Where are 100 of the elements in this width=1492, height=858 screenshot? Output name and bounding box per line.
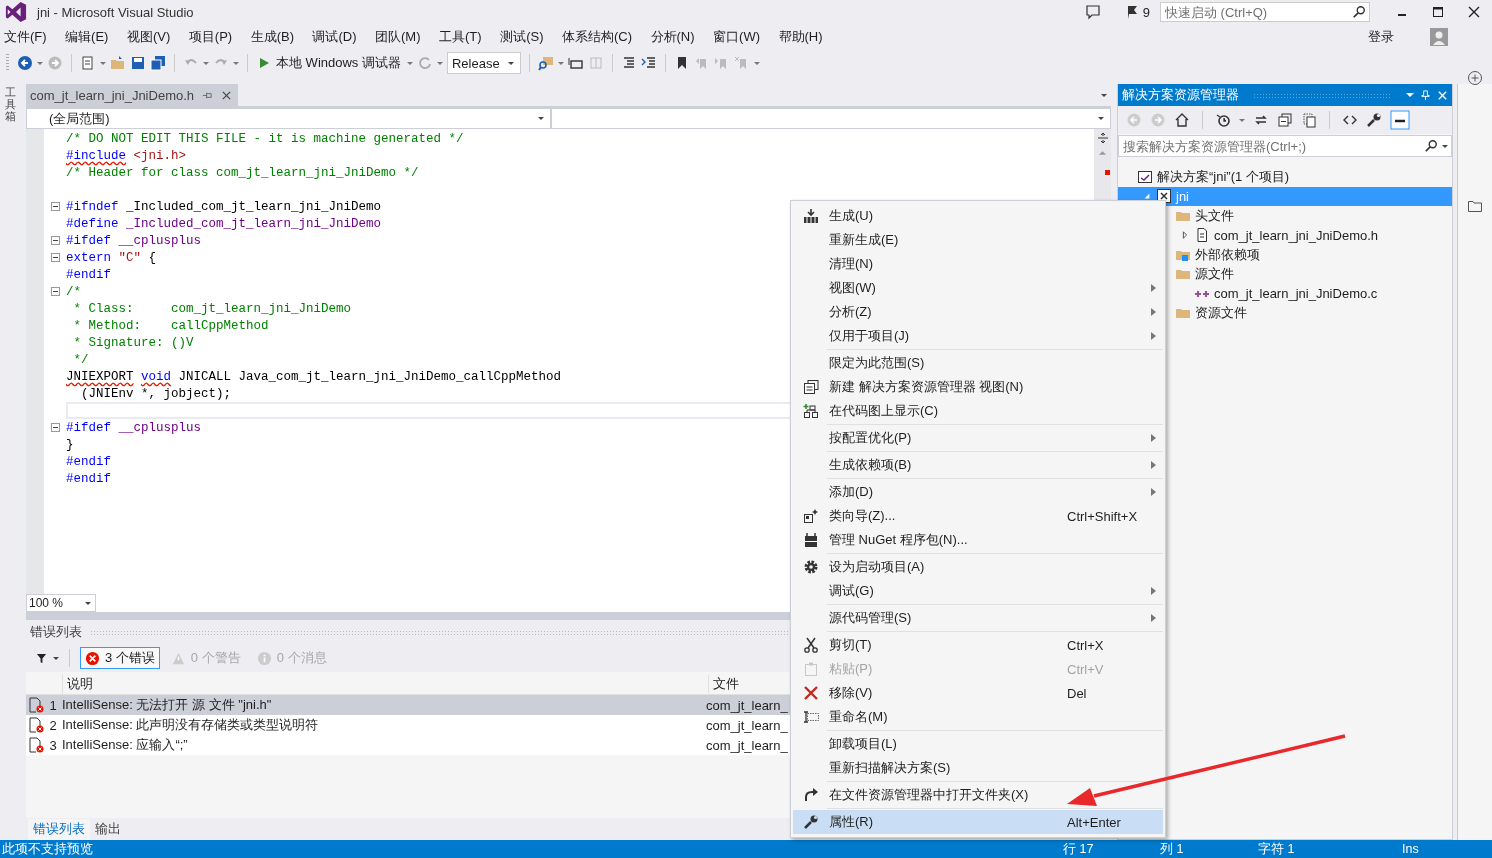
toolbar-options-icon[interactable] [753, 61, 760, 65]
scope-dropdown[interactable]: (全局范围) [26, 108, 551, 129]
menu-item[interactable]: 调试(D) [312, 28, 366, 46]
menu-item[interactable]: 团队(M) [375, 28, 430, 46]
toolbox-tab[interactable]: 工具箱 [4, 86, 16, 123]
search-icon [1352, 5, 1366, 19]
tree-label: 源文件 [1195, 265, 1234, 284]
build-icon [803, 208, 819, 224]
back-icon[interactable] [17, 55, 33, 71]
code-line: /* DO NOT EDIT THIS FILE - it is machine generated */ [66, 131, 464, 146]
collapse-icon[interactable] [50, 423, 60, 432]
tree-label: com_jt_learn_jni_JniDemo.c [1214, 286, 1378, 302]
window-icon[interactable] [567, 55, 584, 71]
column-header[interactable]: 说明 [63, 675, 709, 693]
history-icon[interactable] [1215, 112, 1231, 128]
save-all-icon[interactable] [150, 55, 166, 71]
visual-studio-logo [5, 1, 27, 23]
menu-item[interactable]: 工具(T) [439, 28, 491, 46]
column-header[interactable]: 文件 [709, 675, 739, 693]
wrench-icon[interactable] [1366, 112, 1382, 128]
menu-item[interactable]: 文件(F) [4, 28, 56, 46]
menu-item[interactable]: 在文件资源管理器中打开文件夹(X) [793, 783, 1163, 807]
split-icon[interactable] [1096, 132, 1109, 144]
filter-toggle[interactable]: 3 个错误 [80, 647, 160, 669]
close-icon[interactable] [1466, 4, 1482, 20]
start-debugger-button[interactable]: 本地 Windows 调试器 [256, 54, 403, 72]
menu-item[interactable]: 调试(G) [793, 579, 1163, 603]
search-field[interactable]: 搜索解决方案资源管理器(Ctrl+;) [1118, 135, 1452, 157]
collapse-all-icon[interactable] [1277, 112, 1293, 128]
find-in-files-icon[interactable] [537, 55, 554, 71]
menu-item[interactable]: 测试(S) [500, 28, 553, 46]
close-icon[interactable] [221, 89, 233, 101]
row-number: 2 [48, 717, 58, 733]
show-all-files-icon[interactable] [1301, 112, 1317, 128]
add-icon[interactable] [1467, 70, 1483, 86]
panel-title: 错误列表 [30, 623, 82, 641]
sign-in-link[interactable]: 登录 [1368, 28, 1394, 46]
collapse-icon[interactable] [50, 253, 60, 262]
panel-tab[interactable]: 错误列表 [28, 819, 90, 840]
new-window-icon [803, 379, 819, 395]
table-cell-text: IntelliSense: 无法打开 源 文件 "jni.h" [62, 696, 273, 714]
home-icon[interactable] [1174, 112, 1190, 128]
zoom-dropdown[interactable]: 100 % [26, 594, 96, 612]
menu-item[interactable]: 生成依赖项(B) [793, 453, 1163, 477]
collapse-icon[interactable] [50, 236, 60, 245]
comment-lines-icon[interactable] [640, 55, 657, 71]
collapsed-arrow-icon[interactable] [1180, 231, 1189, 240]
tree-item[interactable]: 解决方案“jni”(1 个项目) [1118, 167, 1452, 187]
menu-item[interactable]: 重新扫描解决方案(S) [793, 756, 1163, 780]
new-project-icon[interactable] [80, 55, 96, 71]
menu-item[interactable]: 管理 NuGet 程序包(N)... [793, 528, 1163, 552]
cut-icon [803, 637, 819, 653]
dropdown-arrow-icon[interactable] [53, 656, 59, 660]
pin-icon[interactable] [1420, 89, 1431, 101]
status-message: 此项不支持预览 [1, 840, 93, 858]
insert-mode-indicator: Ins [1402, 842, 1420, 856]
tab-list-icon[interactable] [1101, 93, 1107, 97]
folder-icon[interactable] [1467, 198, 1483, 214]
menu-item[interactable]: 帮助(H) [778, 28, 832, 46]
search-icon[interactable] [1424, 139, 1438, 153]
menu-item[interactable]: 属性(R) Alt+Enter [793, 810, 1163, 834]
dropdown-arrow-icon[interactable] [1442, 145, 1448, 148]
menu-item[interactable]: 限定为此范围(S) [793, 351, 1163, 375]
menu-item[interactable]: 体系结构(C) [562, 28, 642, 46]
menu-item[interactable]: 在代码图上显示(C) [793, 399, 1163, 423]
tree-label: com_jt_learn_jni_JniDemo.h [1214, 227, 1379, 243]
table-cell-text: IntelliSense: 应输入“;” [62, 736, 189, 754]
save-icon[interactable] [130, 55, 146, 71]
menu-item[interactable]: 源代码管理(S) [793, 606, 1163, 630]
panel-title: 解决方案资源管理器 [1122, 86, 1239, 104]
line-indicator: 行 17 [1063, 840, 1095, 858]
panel-tab[interactable]: 输出 [90, 819, 126, 840]
menu-item[interactable]: 添加(D) [793, 480, 1163, 504]
code-line: #endif [66, 267, 111, 282]
code-line: #ifndef _Included_com_jt_learn_jni_JniDemo [66, 199, 382, 214]
menu-item[interactable]: 分析(N) [650, 28, 704, 46]
preview-toggle-icon[interactable] [1390, 110, 1410, 130]
code-line: (JNIEnv *, jobject); [80, 386, 232, 401]
menu-item[interactable]: 视图(V) [126, 28, 180, 46]
menu-item[interactable]: 新建 解决方案资源管理器 视图(N) [793, 375, 1163, 399]
menu-item[interactable]: 仅用于项目(J) [793, 324, 1163, 348]
tree-label: 资源文件 [1195, 304, 1247, 323]
document-tab[interactable]: com_jt_learn_jni_JniDemo.h [26, 84, 239, 106]
filter-icon[interactable] [36, 652, 47, 664]
maximize-icon[interactable] [1430, 4, 1446, 20]
configuration-dropdown[interactable]: Release [446, 52, 521, 74]
menu-item[interactable]: 设为启动项目(A) [793, 555, 1163, 579]
menu-item[interactable]: 生成(B) [250, 28, 303, 46]
menu-item[interactable]: 窗口(W) [713, 28, 769, 46]
row-number: 3 [48, 737, 58, 753]
expanded-arrow-icon[interactable] [1142, 192, 1151, 201]
menu-item[interactable]: 按配置优化(P) [793, 426, 1163, 450]
menu-item[interactable]: 类向导(Z)... Ctrl+Shift+X [793, 504, 1163, 528]
menu-item[interactable]: 编辑(E) [65, 28, 118, 46]
quick-launch-field[interactable]: 快速启动 (Ctrl+Q) [1160, 2, 1370, 22]
collapse-icon[interactable] [50, 202, 60, 211]
collapse-icon[interactable] [50, 287, 60, 296]
menu-item[interactable]: 项目(P) [188, 28, 242, 46]
menu-item[interactable]: 剪切(T) Ctrl+X [793, 633, 1163, 657]
feedback-icon[interactable] [1084, 4, 1101, 20]
